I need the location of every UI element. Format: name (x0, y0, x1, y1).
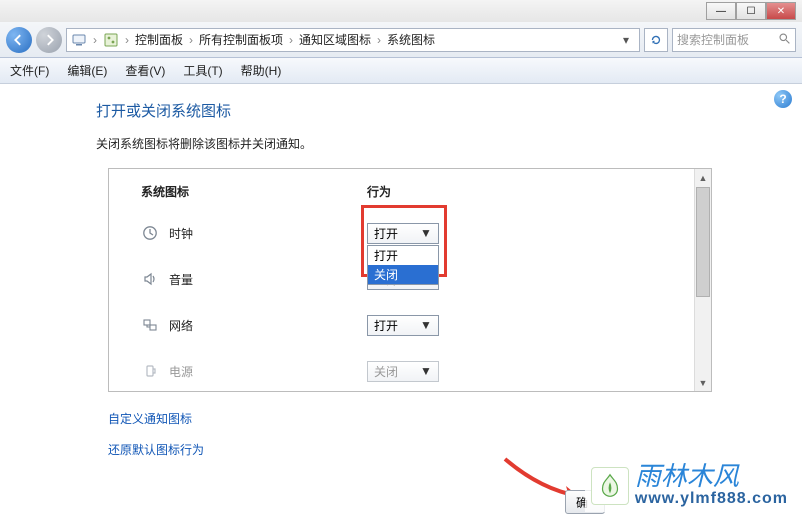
vertical-scrollbar[interactable]: ▲ ▼ (694, 169, 711, 391)
minimize-button[interactable]: ― (706, 2, 736, 20)
page-description: 关闭系统图标将删除该图标并关闭通知。 (0, 135, 802, 168)
chevron-down-icon: ▼ (418, 316, 434, 335)
control-panel-icon (103, 32, 119, 48)
refresh-button[interactable] (644, 28, 668, 52)
table-row: 电源 关闭 ▼ (109, 348, 693, 391)
row-label: 音量 (169, 271, 193, 288)
row-label: 网络 (169, 317, 193, 334)
maximize-button[interactable]: ☐ (736, 2, 766, 20)
window-controls: ― ☐ ✕ (706, 2, 796, 20)
link-list: 自定义通知图标 还原默认图标行为 (0, 392, 802, 468)
chevron-down-icon: ▼ (418, 224, 434, 243)
column-header-icon: 系统图标 (141, 183, 367, 200)
close-button[interactable]: ✕ (766, 2, 796, 20)
system-icons-panel: 系统图标 行为 时钟 打开 ▼ 打开 关闭 (108, 168, 712, 392)
combo-value: 打开 (374, 317, 398, 334)
breadcrumb-item[interactable]: 通知区域图标 (299, 31, 371, 48)
column-header-behavior: 行为 (367, 183, 391, 200)
table-row: 时钟 打开 ▼ 打开 关闭 (109, 210, 693, 256)
row-label: 电源 (169, 363, 193, 380)
watermark: 雨林木风 www.ylmf888.com (585, 460, 794, 512)
combo-option-on[interactable]: 打开 (368, 246, 438, 265)
link-customize-icons[interactable]: 自定义通知图标 (108, 406, 802, 437)
menu-file[interactable]: 文件(F) (10, 62, 49, 79)
combo-option-off[interactable]: 关闭 (368, 265, 438, 284)
scroll-up-button[interactable]: ▲ (695, 169, 711, 186)
navbar: › › 控制面板 › 所有控制面板项 › 通知区域图标 › 系统图标 ▾ 搜索控… (0, 22, 802, 58)
menu-edit[interactable]: 编辑(E) (67, 62, 107, 79)
menu-view[interactable]: 查看(V) (125, 62, 165, 79)
back-button[interactable] (6, 27, 32, 53)
breadcrumb-item[interactable]: 所有控制面板项 (199, 31, 283, 48)
behavior-combo-power: 关闭 ▼ (367, 361, 439, 382)
scroll-track[interactable] (695, 298, 711, 374)
content-area: ? 打开或关闭系统图标 关闭系统图标将删除该图标并关闭通知。 系统图标 行为 时… (0, 84, 802, 520)
chevron-right-icon: › (285, 33, 297, 47)
scroll-down-button[interactable]: ▼ (695, 374, 711, 391)
menu-tools[interactable]: 工具(T) (183, 62, 222, 79)
network-icon (141, 316, 159, 334)
help-icon[interactable]: ? (774, 90, 792, 108)
menu-help[interactable]: 帮助(H) (241, 62, 282, 79)
clock-icon (141, 224, 159, 242)
watermark-url: www.ylmf888.com (635, 490, 788, 508)
search-placeholder: 搜索控制面板 (677, 31, 749, 48)
computer-icon (71, 32, 87, 48)
page-title: 打开或关闭系统图标 (0, 96, 802, 135)
chevron-right-icon: › (185, 33, 197, 47)
search-input[interactable]: 搜索控制面板 (672, 28, 796, 52)
behavior-combo-clock[interactable]: 打开 ▼ 打开 关闭 (367, 223, 439, 244)
column-headers: 系统图标 行为 (109, 183, 693, 210)
scroll-thumb[interactable] (696, 187, 710, 297)
breadcrumb-item[interactable]: 控制面板 (135, 31, 183, 48)
watermark-brand: 雨林木风 (635, 464, 788, 490)
titlebar: ― ☐ ✕ (0, 0, 802, 22)
chevron-right-icon: › (373, 33, 385, 47)
row-label: 时钟 (169, 225, 193, 242)
forward-button[interactable] (36, 27, 62, 53)
power-icon (141, 362, 159, 380)
chevron-right-icon: › (89, 33, 101, 47)
menu-bar: 文件(F) 编辑(E) 查看(V) 工具(T) 帮助(H) (0, 58, 802, 84)
table-row: 网络 打开 ▼ (109, 302, 693, 348)
watermark-logo (591, 467, 629, 505)
combo-value: 关闭 (374, 363, 398, 380)
chevron-down-icon: ▼ (418, 362, 434, 381)
combo-value: 打开 (374, 225, 398, 242)
combo-dropdown: 打开 关闭 (367, 245, 439, 285)
breadcrumb-item[interactable]: 系统图标 (387, 31, 435, 48)
search-icon (778, 32, 791, 48)
breadcrumb[interactable]: › › 控制面板 › 所有控制面板项 › 通知区域图标 › 系统图标 ▾ (66, 28, 640, 52)
breadcrumb-dropdown-icon[interactable]: ▾ (617, 33, 635, 47)
chevron-right-icon: › (121, 33, 133, 47)
volume-icon (141, 270, 159, 288)
behavior-combo-network[interactable]: 打开 ▼ (367, 315, 439, 336)
